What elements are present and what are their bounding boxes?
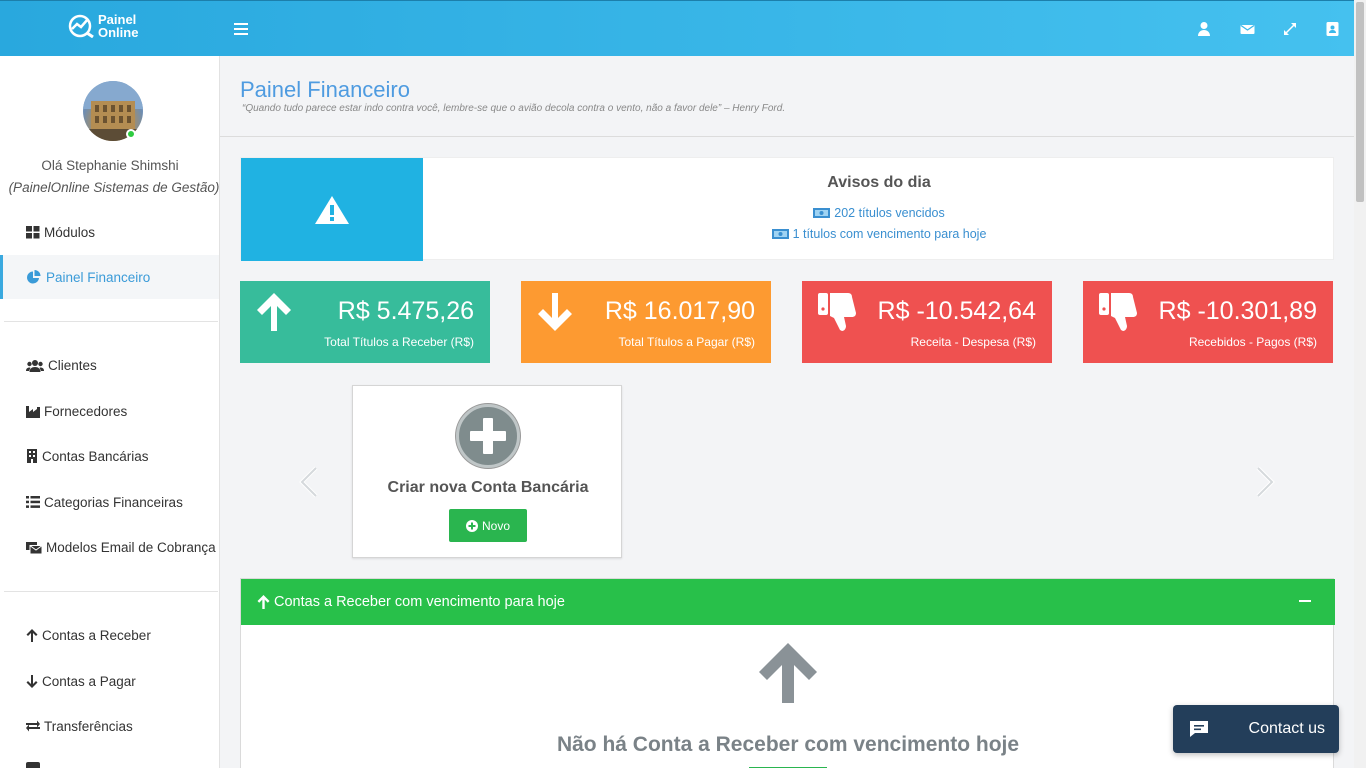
plus-circle-icon[interactable] bbox=[456, 404, 520, 468]
sidebar-item-label: Modelos Email de Cobrança bbox=[46, 539, 216, 555]
contact-us-label: Contact us bbox=[1248, 720, 1325, 737]
sidebar-item-label: Contas Bancárias bbox=[42, 448, 149, 464]
stat-value: R$ 5.475,26 bbox=[337, 297, 474, 325]
alert-icon-box bbox=[241, 158, 423, 261]
arrow-down-icon bbox=[26, 674, 38, 688]
empty-state-text: Não há Conta a Receber com vencimento ho… bbox=[556, 733, 1020, 756]
money-icon bbox=[813, 208, 831, 218]
carousel-prev-arrow[interactable] bbox=[298, 466, 320, 503]
plus-circle-small-icon bbox=[465, 519, 478, 532]
industry-icon bbox=[26, 405, 40, 418]
page-quote: “Quando tudo parece estar indo contra vo… bbox=[242, 103, 786, 114]
user-icon[interactable] bbox=[1197, 21, 1211, 37]
sidebar-item-contas-receber[interactable]: Contas a Receber bbox=[0, 613, 219, 657]
arrow-down-icon bbox=[538, 293, 572, 331]
logo-text-line2: Online bbox=[98, 25, 139, 40]
expand-icon[interactable] bbox=[1283, 21, 1297, 37]
contact-us-button[interactable]: Contact us bbox=[1173, 705, 1339, 753]
menu-toggle-icon[interactable] bbox=[234, 23, 248, 35]
alert-link-overdue[interactable]: 202 títulos vencidos bbox=[423, 206, 1335, 220]
alert-link-due-today[interactable]: 1 títulos com vencimento para hoje bbox=[423, 227, 1335, 241]
money-icon bbox=[771, 229, 789, 239]
stat-card-receita-despesa[interactable]: R$ -10.542,64 Receita - Despesa (R$) bbox=[802, 281, 1052, 363]
page-title: Painel Financeiro bbox=[240, 77, 410, 102]
sidebar-item-modulos[interactable]: Módulos bbox=[0, 210, 219, 254]
sidebar-item-modelos-email[interactable]: Modelos Email de Cobrança bbox=[0, 525, 219, 569]
collapse-icon[interactable] bbox=[1299, 600, 1311, 602]
sidebar-item-painel-financeiro[interactable]: Painel Financeiro bbox=[0, 255, 219, 299]
stat-card-recebidos-pagos[interactable]: R$ -10.301,89 Recebidos - Pagos (R$) bbox=[1083, 281, 1333, 363]
arrow-up-icon bbox=[26, 628, 38, 642]
stat-label: Recebidos - Pagos (R$) bbox=[1188, 335, 1317, 349]
stat-value: R$ 16.017,90 bbox=[604, 297, 755, 325]
sidebar-item-transferencias[interactable]: Transferências bbox=[0, 704, 219, 748]
grid-icon bbox=[26, 225, 40, 238]
chat-icon bbox=[1190, 721, 1208, 737]
chevron-left-icon bbox=[299, 466, 318, 498]
sidebar-item-label: Clientes bbox=[48, 357, 97, 373]
warning-icon bbox=[315, 195, 349, 224]
pie-chart-icon bbox=[27, 270, 41, 284]
building-icon bbox=[27, 449, 37, 463]
list-icon bbox=[26, 496, 40, 508]
sidebar-item-label: Painel Financeiro bbox=[46, 269, 151, 285]
arrow-up-icon bbox=[257, 293, 291, 331]
logo[interactable]: Painel Online bbox=[68, 13, 138, 39]
sidebar-item-categorias-financeiras[interactable]: Categorias Financeiras bbox=[0, 480, 219, 524]
chevron-right-icon bbox=[1256, 466, 1275, 498]
new-bank-account-title: Criar nova Conta Bancária bbox=[387, 479, 589, 496]
sidebar-item-label: Módulos bbox=[44, 224, 96, 240]
exchange-icon bbox=[26, 720, 40, 732]
envelope-icon[interactable] bbox=[1240, 21, 1255, 37]
scrollbar-thumb[interactable] bbox=[1356, 2, 1364, 202]
arrow-up-icon bbox=[257, 595, 270, 609]
sidebar-item-label: Transferências bbox=[44, 718, 133, 734]
alert-due-today-text: 1 títulos com vencimento para hoje bbox=[792, 227, 987, 241]
panel-header[interactable]: Contas a Receber com vencimento para hoj… bbox=[241, 579, 1335, 625]
page-scrollbar[interactable] bbox=[1354, 0, 1366, 768]
panel-title: Contas a Receber com vencimento para hoj… bbox=[274, 594, 565, 610]
address-book-icon[interactable] bbox=[1326, 21, 1340, 37]
stat-value: R$ -10.542,64 bbox=[877, 297, 1036, 325]
stat-label: Receita - Despesa (R$) bbox=[910, 335, 1036, 349]
sidebar-item-label: Categorias Financeiras bbox=[44, 494, 183, 510]
stat-card-pagar[interactable]: R$ 16.017,90 Total Títulos a Pagar (R$) bbox=[521, 281, 771, 363]
stat-label: Total Títulos a Pagar (R$) bbox=[618, 335, 755, 349]
sidebar-item-contas-pagar[interactable]: Contas a Pagar bbox=[0, 659, 219, 703]
sidebar-item-label: Contas a Pagar bbox=[42, 673, 136, 689]
thumbs-down-icon bbox=[1099, 293, 1137, 331]
logo-icon bbox=[68, 14, 94, 38]
receivables-due-today-panel: Contas a Receber com vencimento para hoj… bbox=[240, 578, 1335, 768]
company-name: (PainelOnline Sistemas de Gestão) bbox=[8, 180, 220, 195]
sidebar-next-item-icon bbox=[26, 762, 40, 768]
sidebar: Olá Stephanie Shimshi (PainelOnline Sist… bbox=[0, 56, 220, 768]
top-bar: Painel Online bbox=[0, 0, 1354, 56]
thumbs-down-icon bbox=[818, 293, 856, 331]
sidebar-divider bbox=[4, 591, 218, 592]
alert-title: Avisos do dia bbox=[827, 174, 931, 191]
online-status-dot bbox=[126, 129, 136, 139]
envelopes-icon bbox=[26, 541, 42, 554]
alert-overdue-text: 202 títulos vencidos bbox=[834, 206, 945, 220]
stat-label: Total Títulos a Receber (R$) bbox=[324, 335, 474, 349]
sidebar-item-contas-bancarias[interactable]: Contas Bancárias bbox=[0, 434, 219, 478]
new-button-label: Novo bbox=[481, 518, 510, 533]
header-divider bbox=[220, 136, 1354, 137]
sidebar-item-label: Fornecedores bbox=[44, 403, 128, 419]
user-greeting: Olá Stephanie Shimshi bbox=[41, 158, 179, 173]
new-button[interactable]: Novo bbox=[449, 509, 527, 542]
sidebar-item-clientes[interactable]: Clientes bbox=[0, 343, 219, 387]
large-arrow-up-icon bbox=[759, 643, 817, 703]
users-icon bbox=[26, 359, 44, 372]
daily-alerts-box: Avisos do dia 202 títulos vencidos 1 tít… bbox=[240, 157, 1335, 261]
stat-card-receber[interactable]: R$ 5.475,26 Total Títulos a Receber (R$) bbox=[240, 281, 490, 363]
new-bank-account-card: Criar nova Conta Bancária Novo bbox=[352, 385, 622, 558]
sidebar-item-label: Contas a Receber bbox=[42, 627, 151, 643]
carousel-next-arrow[interactable] bbox=[1254, 466, 1276, 503]
stat-value: R$ -10.301,89 bbox=[1158, 297, 1317, 325]
sidebar-item-fornecedores[interactable]: Fornecedores bbox=[0, 389, 219, 433]
sidebar-divider bbox=[4, 321, 218, 322]
